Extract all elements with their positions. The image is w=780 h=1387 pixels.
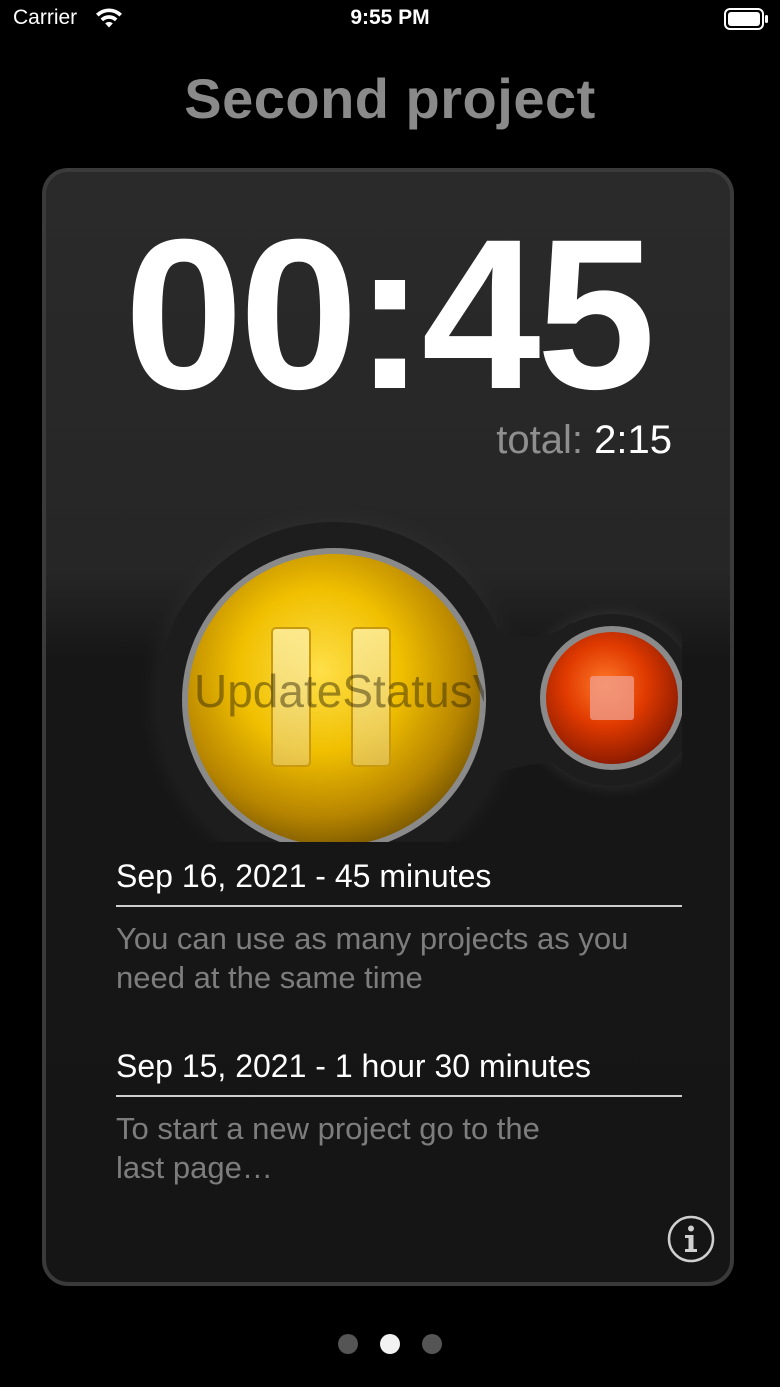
- page-dot-current[interactable]: [380, 1334, 400, 1354]
- battery-icon: [724, 8, 768, 30]
- page-indicator[interactable]: [0, 1334, 780, 1354]
- history-entry-title: Sep 16, 2021 - 45 minutes: [116, 858, 682, 907]
- page-dot[interactable]: [422, 1334, 442, 1354]
- status-time: 9:55 PM: [350, 6, 430, 29]
- project-title: Second project: [184, 67, 596, 130]
- elapsed-timer: 00:45: [124, 195, 655, 434]
- page-dot[interactable]: [338, 1334, 358, 1354]
- debug-overlay-label: UpdateStatusView: [194, 665, 484, 717]
- history-entry-title: Sep 15, 2021 - 1 hour 30 minutes: [116, 1048, 682, 1097]
- info-icon[interactable]: [666, 1214, 716, 1264]
- history-entry-note: To start a new project go to the last pa…: [116, 1111, 540, 1185]
- status-bar: Carrier 9:55 PM: [0, 0, 780, 40]
- history-entry: Sep 16, 2021 - 45 minutes You can use as…: [116, 858, 682, 997]
- timer-controls: UpdateStatusView: [102, 442, 682, 842]
- history-entry: Sep 15, 2021 - 1 hour 30 minutes To star…: [116, 1048, 682, 1187]
- history-entry-note: You can use as many projects as you need…: [116, 921, 629, 995]
- stop-button[interactable]: [542, 630, 678, 766]
- project-card: 00:45 total: 2:15 UpdateStatus Sep 16, 2…: [42, 168, 734, 1286]
